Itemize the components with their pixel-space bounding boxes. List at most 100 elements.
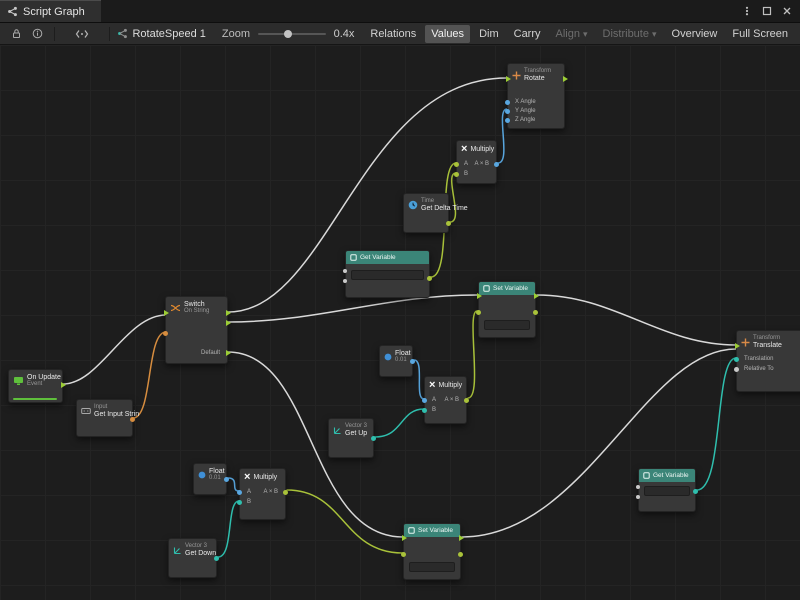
variable-input-port[interactable] — [636, 485, 640, 489]
script-graph-window: Script Graph — [0, 0, 800, 600]
edge-multiply-to-rotate[interactable] — [498, 109, 507, 163]
values-button[interactable]: Values — [425, 25, 470, 43]
edge-get-variable-to-translate[interactable] — [697, 358, 736, 490]
flow-out-port[interactable] — [61, 382, 66, 388]
fallback-port[interactable] — [343, 279, 347, 283]
port-label: Y Angle — [515, 107, 536, 115]
maximize-icon[interactable] — [762, 6, 772, 16]
node-vector3-get-up[interactable]: Vector 3 Get Up — [328, 418, 374, 458]
switch-branch-icon — [170, 303, 181, 313]
default-flow-out-port[interactable] — [226, 350, 231, 356]
node-get-input-string[interactable]: Input Get Input Strin — [76, 399, 133, 437]
value-out-port[interactable] — [533, 310, 538, 315]
node-float-bottom[interactable]: Float 0.01 — [193, 463, 227, 495]
flow-in-port[interactable] — [506, 76, 511, 82]
z-angle-port[interactable] — [505, 118, 510, 123]
float-out-port[interactable] — [410, 359, 415, 364]
b-port[interactable] — [422, 408, 427, 413]
flow-in-port[interactable] — [477, 293, 482, 299]
result-port[interactable] — [494, 162, 499, 167]
delta-time-out-port[interactable] — [446, 221, 451, 226]
b-port[interactable] — [237, 500, 242, 505]
tab-script-graph[interactable]: Script Graph — [0, 0, 101, 22]
flow-in-port[interactable] — [735, 343, 740, 349]
translation-port[interactable] — [734, 357, 739, 362]
vector-out-port[interactable] — [371, 436, 376, 441]
graph-breadcrumb[interactable]: RotateSpeed 1 — [117, 28, 205, 40]
flow-in-port[interactable] — [164, 310, 169, 316]
b-port[interactable] — [454, 172, 459, 177]
x-angle-port[interactable] — [505, 100, 510, 105]
edge-get-down-to-multiply-bottom[interactable] — [218, 501, 239, 557]
close-icon[interactable] — [782, 6, 792, 16]
window-menu-icon[interactable] — [742, 6, 752, 16]
value-out-port[interactable] — [458, 552, 463, 557]
a-port[interactable] — [237, 490, 242, 495]
align-dropdown[interactable]: Align — [550, 25, 594, 43]
relations-button[interactable]: Relations — [364, 25, 422, 43]
y-angle-port[interactable] — [505, 109, 510, 114]
graph-canvas[interactable]: Transform Rotate X Angle Y Angle Z Angle… — [0, 45, 800, 600]
vector-out-port[interactable] — [214, 556, 219, 561]
node-translate[interactable]: Transform Translate Translation Relative… — [736, 330, 800, 392]
carry-button[interactable]: Carry — [508, 25, 547, 43]
result-port[interactable] — [283, 490, 288, 495]
node-float-top[interactable]: Float 0.01 — [379, 345, 413, 377]
value-in-port[interactable] — [476, 310, 481, 315]
edge-on-update-to-switch[interactable] — [63, 315, 166, 384]
flow-out-port[interactable] — [226, 320, 231, 326]
selector-port[interactable] — [163, 331, 168, 336]
node-set-variable-bottom[interactable]: Set Variable — [403, 523, 461, 580]
node-multiply-top[interactable]: Multiply AA × B B — [456, 140, 497, 184]
relative-to-port[interactable] — [734, 367, 739, 372]
lock-icon[interactable] — [11, 28, 22, 39]
flow-out-port[interactable] — [534, 293, 539, 299]
value-in-port[interactable] — [401, 552, 406, 557]
multiply-icon — [461, 145, 467, 154]
node-subtitle: Event — [27, 381, 61, 388]
node-get-variable-top[interactable]: Get Variable — [345, 250, 430, 298]
a-port[interactable] — [454, 162, 459, 167]
distribute-dropdown[interactable]: Distribute — [597, 25, 663, 43]
variable-value-out-port[interactable] — [693, 489, 698, 494]
flow-out-port[interactable] — [563, 76, 568, 82]
dim-button[interactable]: Dim — [473, 25, 505, 43]
edge-multiply-bottom-to-set-variable[interactable] — [287, 490, 403, 553]
info-icon[interactable] — [32, 28, 43, 39]
flow-out-port[interactable] — [459, 535, 464, 541]
node-set-variable-top[interactable]: Set Variable — [478, 281, 536, 338]
node-on-update[interactable]: On Update Event — [8, 369, 63, 403]
edge-multiply-mid-to-set-variable[interactable] — [468, 311, 477, 398]
flow-out-port[interactable] — [226, 310, 231, 316]
string-out-port[interactable] — [130, 417, 135, 422]
variable-value-out-port[interactable] — [427, 276, 432, 281]
edge-float-to-multiply-mid[interactable] — [414, 360, 424, 399]
edge-float-to-multiply-bottom[interactable] — [228, 478, 239, 491]
result-port[interactable] — [464, 398, 469, 403]
transform-icon — [512, 71, 521, 80]
node-switch-on-string[interactable]: Switch On String Default — [165, 296, 228, 364]
overview-button[interactable]: Overview — [666, 25, 724, 43]
node-vector3-get-down[interactable]: Vector 3 Get Down — [168, 538, 217, 578]
variable-name-field[interactable] — [644, 486, 690, 496]
node-rotate[interactable]: Transform Rotate X Angle Y Angle Z Angle — [507, 63, 565, 129]
variable-name-field[interactable] — [409, 562, 455, 572]
float-out-port[interactable] — [224, 477, 229, 482]
node-multiply-bottom[interactable]: Multiply AA × B B — [239, 468, 286, 520]
edge-get-up-to-multiply-mid[interactable] — [375, 409, 424, 437]
zoom-slider-thumb[interactable] — [284, 30, 292, 38]
variable-input-port[interactable] — [343, 269, 347, 273]
angle-brackets-icon[interactable] — [75, 29, 89, 39]
variable-name-field[interactable] — [484, 320, 530, 330]
a-port[interactable] — [422, 398, 427, 403]
variable-name-field[interactable] — [351, 270, 424, 280]
full-screen-button[interactable]: Full Screen — [726, 25, 794, 43]
node-get-variable-bottom[interactable]: Get Variable — [638, 468, 696, 512]
edge-set-variable-top-to-translate[interactable] — [537, 295, 736, 345]
node-get-delta-time[interactable]: Time Get Delta Time — [403, 193, 449, 233]
fallback-port[interactable] — [636, 495, 640, 499]
node-multiply-mid[interactable]: Multiply AA × B B — [424, 376, 467, 424]
flow-in-port[interactable] — [402, 535, 407, 541]
edge-switch-to-set-variable-top[interactable] — [228, 295, 477, 322]
zoom-slider[interactable] — [258, 33, 326, 35]
